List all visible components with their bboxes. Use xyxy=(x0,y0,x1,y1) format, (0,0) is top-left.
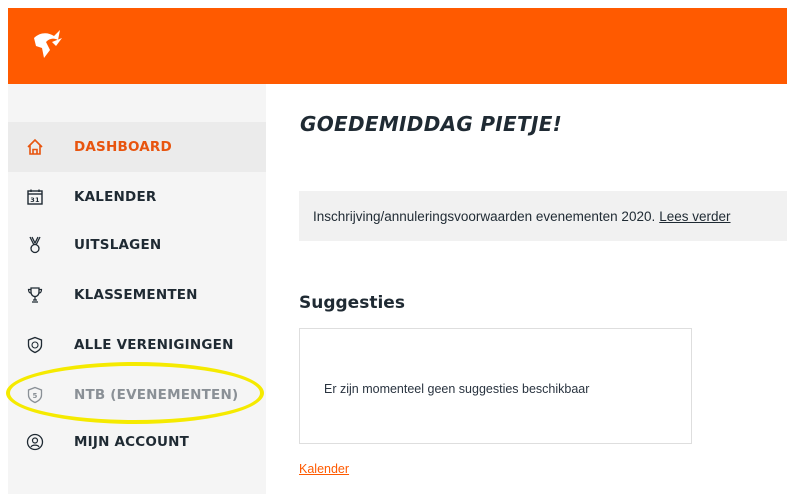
suggestions-card: Er zijn momenteel geen suggesties beschi… xyxy=(299,328,692,444)
sidebar-item-label: MIJN ACCOUNT xyxy=(74,434,190,450)
calendar-link[interactable]: Kalender xyxy=(299,462,349,476)
notice-message: Inschrijving/annuleringsvoorwaarden even… xyxy=(313,208,656,224)
suggestions-title: Suggesties xyxy=(299,293,405,313)
page-title: GOEDEMIDDAG PIETJE! xyxy=(300,112,563,136)
sidebar-item-klassementen[interactable]: KLASSEMENTEN xyxy=(8,270,266,320)
sidebar-item-label: UITSLAGEN xyxy=(74,237,162,253)
sidebar-item-dashboard[interactable]: DASHBOARD xyxy=(8,122,266,172)
sidebar-item-mijn-account[interactable]: MIJN ACCOUNT xyxy=(8,417,266,467)
notice-text: Inschrijving/annuleringsvoorwaarden even… xyxy=(313,209,731,224)
account-icon xyxy=(26,433,44,451)
sidebar-item-label: KALENDER xyxy=(74,189,157,205)
notice-banner: Inschrijving/annuleringsvoorwaarden even… xyxy=(299,191,787,241)
home-icon xyxy=(27,138,43,155)
sidebar-item-kalender[interactable]: 31 KALENDER xyxy=(8,172,266,222)
medal-icon xyxy=(29,236,41,254)
brand-logo-icon[interactable] xyxy=(28,24,68,64)
sidebar-item-label: ALLE VERENIGINGEN xyxy=(74,337,234,353)
svg-text:5: 5 xyxy=(32,392,37,400)
empty-state-text: Er zijn momenteel geen suggesties beschi… xyxy=(324,382,590,396)
club-shield-icon xyxy=(27,336,43,354)
calendar-icon: 31 xyxy=(27,189,43,205)
sidebar-item-ntb-evenementen[interactable]: 5 NTB (EVENEMENTEN) xyxy=(8,370,266,420)
svg-text:31: 31 xyxy=(30,196,40,204)
top-bar xyxy=(8,8,787,84)
sidebar-item-label: DASHBOARD xyxy=(74,139,172,155)
sidebar: DASHBOARD 31 KALENDER UITSLAGEN KLASSEME… xyxy=(8,84,266,494)
sidebar-item-alle-verenigingen[interactable]: ALLE VERENIGINGEN xyxy=(8,320,266,370)
sidebar-item-label: NTB (EVENEMENTEN) xyxy=(74,387,239,403)
read-more-link[interactable]: Lees verder xyxy=(659,209,730,224)
sidebar-item-label: KLASSEMENTEN xyxy=(74,287,198,303)
ntb-shield-icon: 5 xyxy=(27,386,43,404)
sidebar-item-uitslagen[interactable]: UITSLAGEN xyxy=(8,220,266,270)
trophy-icon xyxy=(27,287,43,303)
